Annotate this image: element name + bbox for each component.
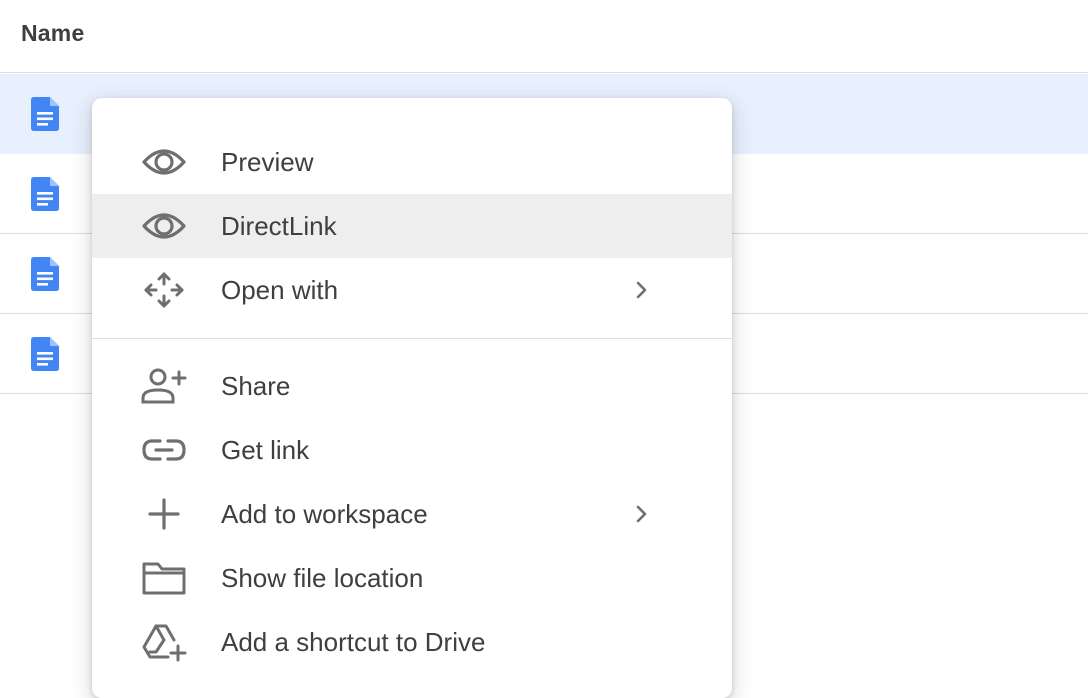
eye-icon: [142, 149, 186, 175]
google-docs-icon: [31, 337, 59, 371]
menu-item-label: Add to workspace: [221, 499, 428, 529]
folder-icon: [142, 562, 186, 595]
menu-item-directlink[interactable]: DirectLink: [92, 194, 732, 258]
google-docs-icon: [31, 97, 59, 131]
plus-icon: [148, 498, 180, 530]
context-menu: Preview DirectLink Open with Share Get l…: [92, 98, 732, 698]
move-arrows-icon: [144, 272, 184, 308]
menu-divider: [92, 338, 732, 339]
link-icon: [142, 439, 186, 461]
name-column-header[interactable]: Name: [21, 20, 84, 47]
menu-item-label: Preview: [221, 147, 314, 177]
eye-icon: [142, 213, 186, 239]
google-docs-icon: [31, 257, 59, 291]
menu-item-open-with[interactable]: Open with: [92, 258, 732, 322]
chevron-right-icon: [636, 505, 647, 523]
menu-item-show-file-location[interactable]: Show file location: [92, 546, 732, 610]
file-list-header: Name: [0, 0, 1088, 73]
menu-item-get-link[interactable]: Get link: [92, 418, 732, 482]
menu-item-label: Add a shortcut to Drive: [221, 627, 486, 657]
menu-item-label: Open with: [221, 275, 339, 305]
menu-item-preview[interactable]: Preview: [92, 130, 732, 194]
menu-item-share[interactable]: Share: [92, 354, 732, 418]
menu-item-label: DirectLink: [221, 211, 337, 241]
google-docs-icon: [31, 177, 59, 211]
menu-item-label: Get link: [221, 435, 310, 465]
menu-item-label: Show file location: [221, 563, 424, 593]
menu-item-label: Share: [221, 371, 291, 401]
person-add-icon: [141, 368, 187, 404]
menu-item-add-to-workspace[interactable]: Add to workspace: [92, 482, 732, 546]
drive-shortcut-icon: [142, 624, 187, 662]
menu-item-add-shortcut-to-drive[interactable]: Add a shortcut to Drive: [92, 610, 732, 674]
chevron-right-icon: [636, 281, 647, 299]
